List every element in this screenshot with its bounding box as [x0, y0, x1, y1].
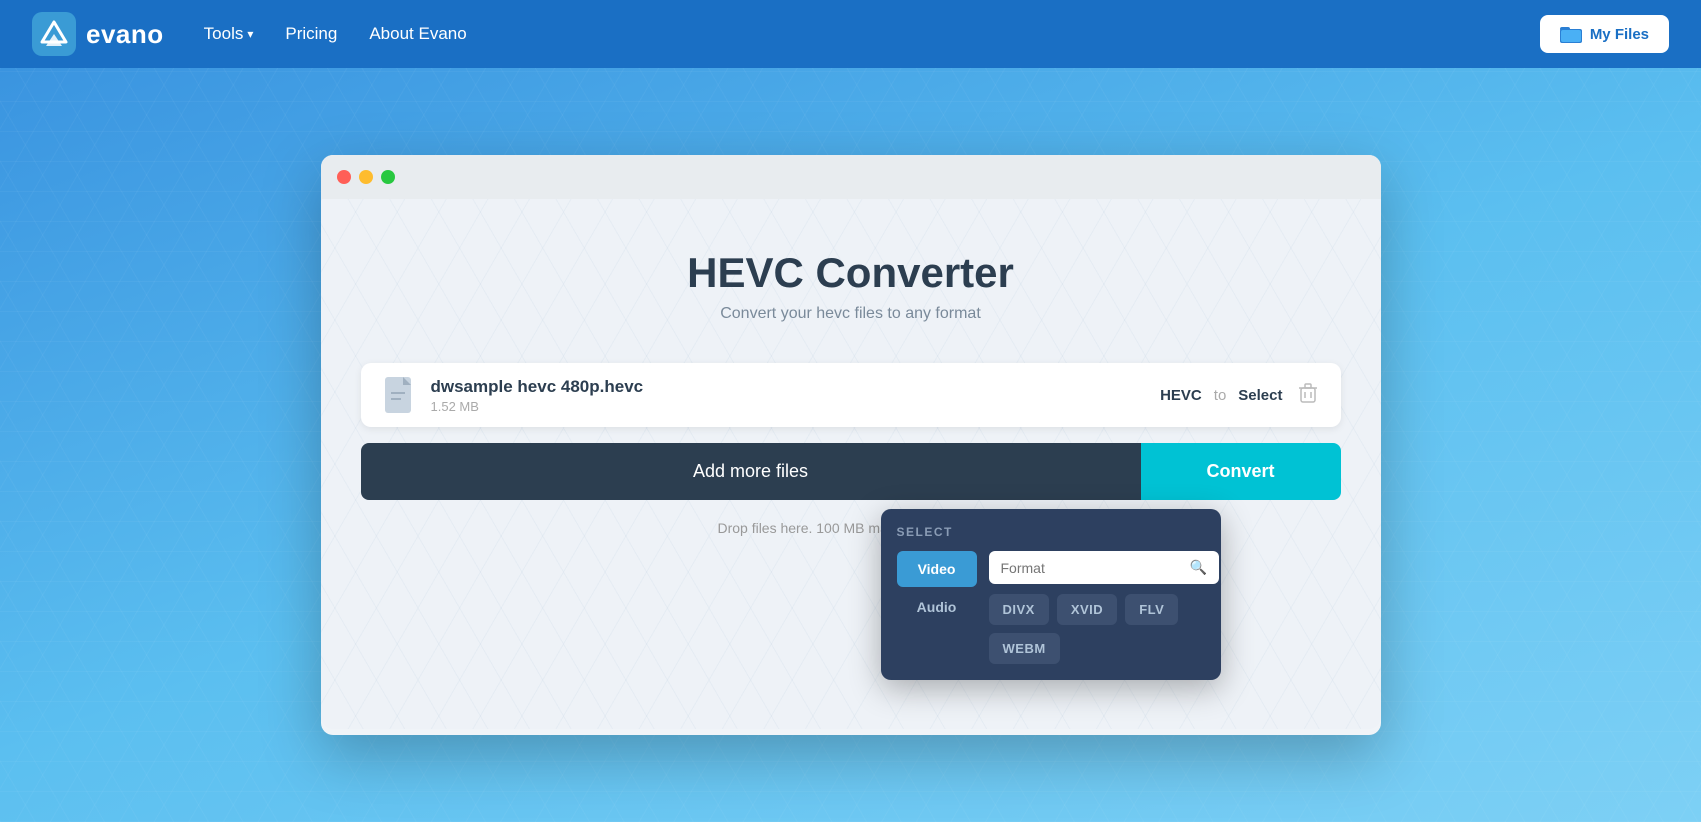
window-close-dot[interactable] — [337, 170, 351, 184]
search-icon: 🔍 — [1190, 559, 1207, 576]
window-minimize-dot[interactable] — [359, 170, 373, 184]
page-title: HEVC Converter — [361, 249, 1341, 297]
main-background: HEVC Converter Convert your hevc files t… — [0, 68, 1701, 822]
trash-icon — [1299, 383, 1317, 403]
select-body: Video Audio 🔍 DIVX XVID FLV WEBM — [897, 551, 1205, 664]
about-link[interactable]: About Evano — [369, 24, 466, 44]
format-buttons: DIVX XVID FLV WEBM — [989, 594, 1219, 664]
folder-icon — [1560, 25, 1582, 43]
tools-link[interactable]: Tools ▾ — [204, 24, 254, 44]
format-flv-button[interactable]: FLV — [1125, 594, 1178, 625]
browser-titlebar — [321, 155, 1381, 199]
file-row: dwsample hevc 480p.hevc 1.52 MB HEVC to … — [361, 363, 1341, 427]
logo[interactable]: evano — [32, 12, 164, 56]
format-search-container: 🔍 — [989, 551, 1219, 584]
file-info: dwsample hevc 480p.hevc 1.52 MB — [431, 377, 1161, 414]
logo-icon — [32, 12, 76, 56]
format-from: HEVC — [1160, 387, 1202, 404]
tab-video[interactable]: Video — [897, 551, 977, 587]
format-webm-button[interactable]: WEBM — [989, 633, 1060, 664]
format-xvid-button[interactable]: XVID — [1057, 594, 1117, 625]
select-tabs: Video Audio — [897, 551, 977, 664]
format-select-button[interactable]: Select — [1238, 387, 1282, 404]
delete-file-button[interactable] — [1295, 379, 1321, 412]
pricing-link[interactable]: Pricing — [285, 24, 337, 44]
browser-window: HEVC Converter Convert your hevc files t… — [321, 155, 1381, 735]
select-formats: 🔍 DIVX XVID FLV WEBM — [989, 551, 1219, 664]
nav-links: Tools ▾ Pricing About Evano — [204, 24, 1540, 44]
add-files-button[interactable]: Add more files — [361, 443, 1141, 500]
action-bar: Add more files Convert — [361, 443, 1341, 500]
file-name: dwsample hevc 480p.hevc — [431, 377, 1161, 397]
format-divx-button[interactable]: DIVX — [989, 594, 1049, 625]
browser-content: HEVC Converter Convert your hevc files t… — [321, 199, 1381, 729]
convert-button[interactable]: Convert — [1141, 443, 1341, 500]
file-size: 1.52 MB — [431, 399, 1161, 414]
window-maximize-dot[interactable] — [381, 170, 395, 184]
select-dropdown: SELECT Video Audio 🔍 DIVX XVID — [881, 509, 1221, 680]
tools-chevron-icon: ▾ — [247, 27, 253, 41]
format-to-separator: to — [1214, 387, 1227, 404]
select-header: SELECT — [897, 525, 1205, 539]
file-icon — [381, 375, 415, 415]
my-files-button[interactable]: My Files — [1540, 15, 1669, 53]
navbar: evano Tools ▾ Pricing About Evano My Fil… — [0, 0, 1701, 68]
file-controls: HEVC to Select — [1160, 379, 1320, 412]
logo-text: evano — [86, 19, 164, 50]
format-search-input[interactable] — [1001, 560, 1182, 576]
page-subtitle: Convert your hevc files to any format — [361, 305, 1341, 323]
tab-audio[interactable]: Audio — [897, 589, 977, 625]
